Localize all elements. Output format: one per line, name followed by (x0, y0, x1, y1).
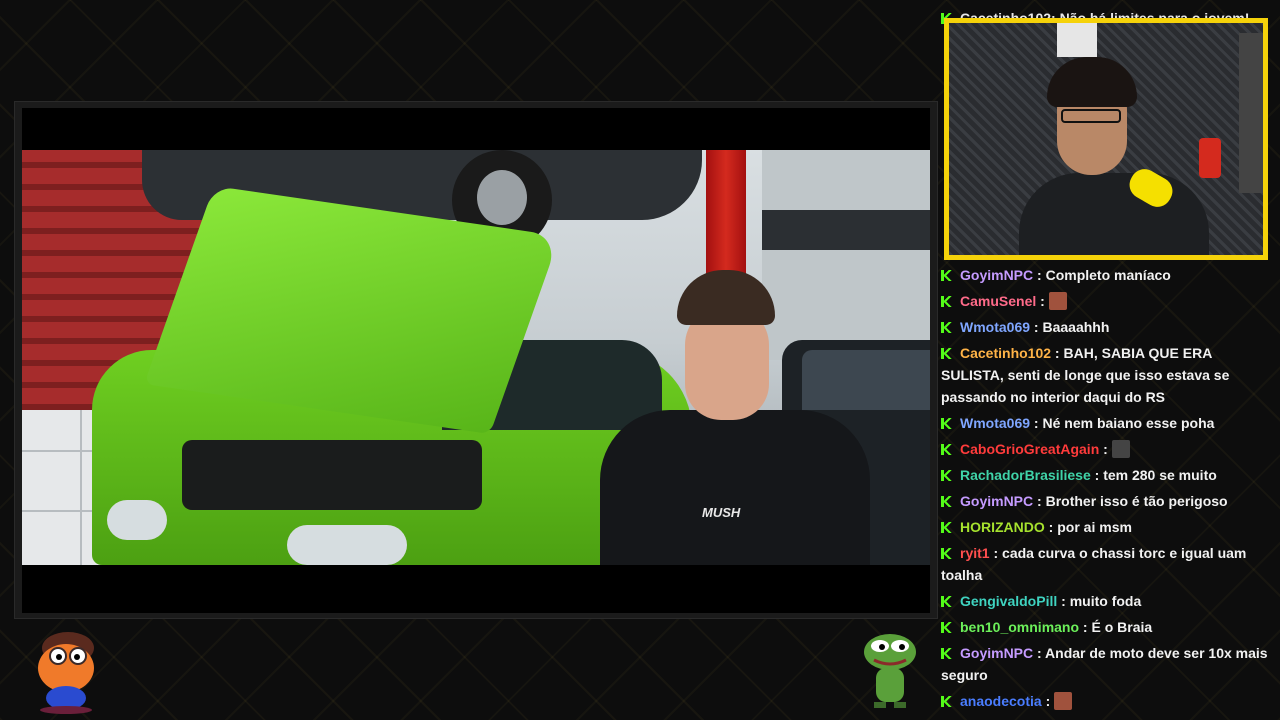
kick-badge-icon (941, 596, 952, 607)
chat-text: Baaaahhh (1042, 319, 1110, 335)
chat-text: tem 280 se muito (1103, 467, 1217, 483)
kick-badge-icon (941, 522, 952, 533)
chat-message: RachadorBrasiliese : tem 280 se muito (940, 462, 1270, 488)
chat-text: por ai msm (1057, 519, 1132, 535)
chat-username[interactable]: GoyimNPC (960, 267, 1033, 283)
chat-text: Brother isso é tão perigoso (1045, 493, 1228, 509)
chat-message: GengivaldoPill : muito foda (940, 588, 1270, 614)
chat-username[interactable]: RachadorBrasiliese (960, 467, 1091, 483)
chat-username[interactable]: GoyimNPC (960, 493, 1033, 509)
chat-username[interactable]: HORIZANDO (960, 519, 1045, 535)
kick-badge-icon (941, 348, 952, 359)
chat-panel: GoyimNPC : Completo maníaco CamuSenel : … (940, 262, 1270, 720)
kick-badge-icon (941, 696, 952, 707)
chat-message: CamuSenel : (940, 288, 1270, 314)
chat-username[interactable]: anaodecotia (960, 693, 1042, 709)
chat-message: GoyimNPC : Brother isso é tão perigoso (940, 488, 1270, 514)
chat-message: Cacetinho102 : BAH, SABIA QUE ERA SULIST… (941, 345, 1230, 405)
chat-message: CaboGrioGreatAgain : (940, 436, 1270, 462)
chat-username[interactable]: ben10_omnimano (960, 619, 1079, 635)
chat-username[interactable]: GengivaldoPill (960, 593, 1057, 609)
kick-badge-icon (941, 444, 952, 455)
chat-username[interactable]: CamuSenel (960, 293, 1036, 309)
chat-message: GoyimNPC : Andar de moto deve ser 10x ma… (941, 645, 1268, 683)
chat-message: HORIZANDO : por ai msm (940, 514, 1270, 540)
kick-badge-icon (941, 548, 952, 559)
kick-badge-icon (941, 322, 952, 333)
chat-text: Né nem baiano esse poha (1042, 415, 1215, 431)
kick-badge-icon (941, 496, 952, 507)
chat-text: muito foda (1069, 593, 1142, 609)
kick-badge-icon (941, 296, 952, 307)
shirt-logo: MUSH (702, 505, 741, 520)
kick-badge-icon (941, 622, 952, 633)
pepe-frog-icon (864, 634, 916, 708)
mascot-character-icon (38, 632, 94, 714)
kick-badge-icon (941, 418, 952, 429)
chat-username[interactable]: CaboGrioGreatAgain (960, 441, 1099, 457)
chat-message: ben10_omnimano : É o Braia (940, 614, 1270, 640)
emote-icon (1054, 692, 1073, 710)
chat-text: Completo maníaco (1045, 267, 1171, 283)
chat-username[interactable]: Cacetinho102 (960, 345, 1051, 361)
video-player[interactable]: MUSH (22, 108, 930, 613)
emote-icon (1111, 440, 1130, 458)
streamer-webcam (944, 18, 1268, 260)
chat-username[interactable]: Wmota069 (960, 415, 1030, 431)
chat-username[interactable]: Wmota069 (960, 319, 1030, 335)
chat-message: Wmota069 : Baaaahhh (940, 314, 1270, 340)
chat-message: anaodecotia : (940, 688, 1270, 714)
chat-username[interactable]: ryit1 (960, 545, 990, 561)
chat-text: É o Braia (1091, 619, 1153, 635)
chat-message: Wmota069 : Né nem baiano esse poha (940, 410, 1270, 436)
chat-username[interactable]: GoyimNPC (960, 645, 1033, 661)
emote-icon (1048, 292, 1067, 310)
kick-badge-icon (941, 648, 952, 659)
chat-message: GoyimNPC : Completo maníaco (940, 262, 1270, 288)
chat-message: ryit1 : cada curva o chassi torc e igual… (941, 545, 1247, 583)
video-scene: MUSH (22, 150, 930, 565)
kick-badge-icon (941, 270, 952, 281)
kick-badge-icon (941, 470, 952, 481)
